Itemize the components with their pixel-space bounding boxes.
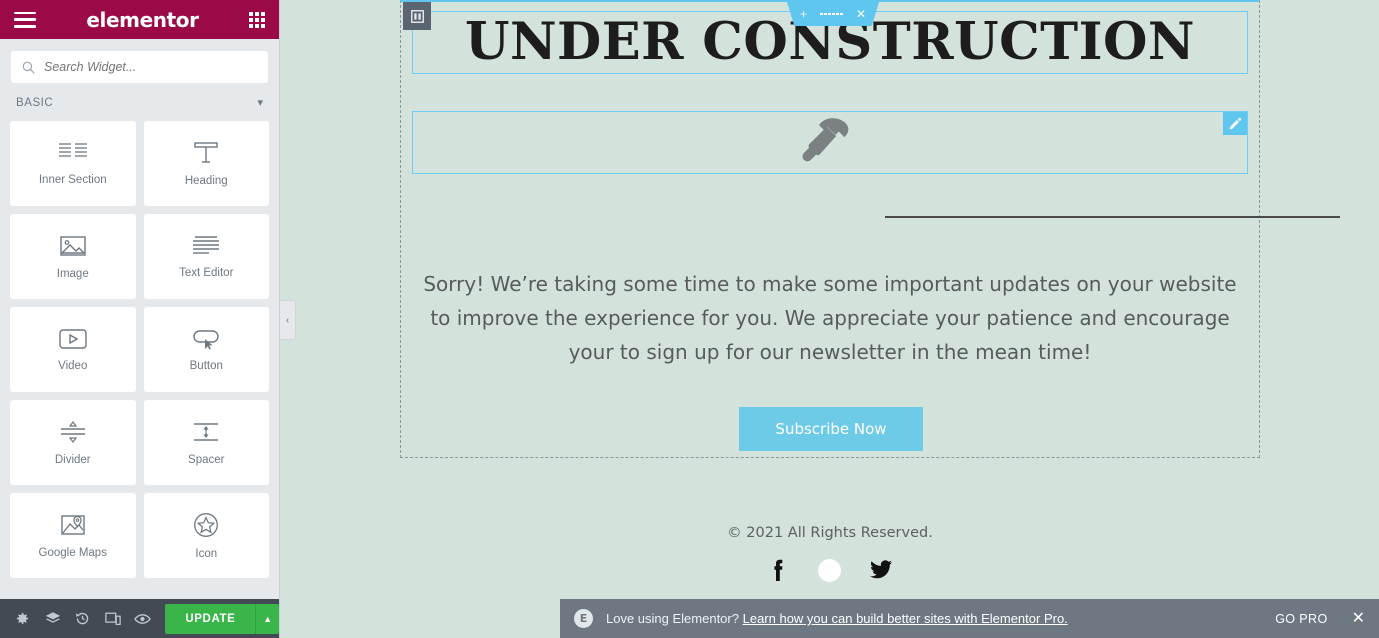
- preview-canvas: ‹ + ✕ UNDER CONSTRUCTION Sorry! We’re ta…: [280, 0, 1379, 638]
- update-options-caret[interactable]: ▲: [255, 603, 280, 634]
- instagram-icon[interactable]: [817, 558, 841, 582]
- widget-label: Video: [58, 359, 88, 372]
- widget-label: Google Maps: [38, 546, 107, 559]
- instagram-circle: [817, 558, 841, 582]
- search-box[interactable]: [11, 51, 268, 83]
- add-section-icon[interactable]: +: [800, 8, 807, 20]
- column-icon: [410, 9, 424, 23]
- column-handle[interactable]: [403, 2, 431, 30]
- panel-collapse-toggle[interactable]: ‹: [280, 300, 296, 340]
- image-icon: [60, 235, 86, 256]
- search-area: [0, 39, 279, 91]
- hammer-icon: [802, 117, 849, 161]
- icon-widget[interactable]: [412, 111, 1248, 174]
- notice-text-label: Love using Elementor?: [606, 611, 739, 626]
- subscribe-widget: Subscribe Now: [401, 407, 1261, 451]
- grid-apps-icon[interactable]: [248, 11, 265, 28]
- widget-icon[interactable]: Icon: [143, 493, 269, 578]
- edit-widget-button[interactable]: [1223, 112, 1247, 135]
- divider-widget[interactable]: [885, 216, 1340, 218]
- hamburger-icon[interactable]: [14, 11, 36, 28]
- elementor-logo: elementor: [86, 7, 199, 32]
- widget-video[interactable]: Video: [10, 307, 136, 392]
- widgets-panel: elementor BASIC ▾: [0, 0, 280, 638]
- pencil-icon: [1229, 117, 1241, 129]
- text-editor-icon: [193, 235, 220, 254]
- google-maps-icon: [61, 514, 85, 535]
- elementor-pro-link[interactable]: Learn how you can build better sites wit…: [743, 611, 1068, 626]
- widget-label: Icon: [195, 547, 218, 560]
- widget-label: Inner Section: [38, 173, 107, 186]
- widget-button[interactable]: Button: [143, 307, 269, 392]
- go-pro-button[interactable]: GO PRO: [1275, 612, 1327, 626]
- button-icon: [193, 329, 219, 350]
- history-icon[interactable]: [68, 599, 98, 638]
- heading-icon: [194, 141, 218, 163]
- inner-section-icon: [58, 142, 87, 157]
- responsive-mode-icon[interactable]: [98, 599, 128, 638]
- widget-label: Image: [56, 267, 89, 280]
- facebook-icon[interactable]: [768, 558, 790, 582]
- notice-actions: GO PRO ✕: [1275, 610, 1365, 627]
- widget-inner-section[interactable]: Inner Section: [10, 121, 136, 206]
- search-input[interactable]: [44, 60, 257, 74]
- elementor-pro-notice: E Love using Elementor? Learn how you ca…: [560, 599, 1379, 638]
- widget-divider[interactable]: Divider: [10, 400, 136, 485]
- social-links: [768, 558, 893, 582]
- elementor-editor: elementor BASIC ▾: [0, 0, 1379, 638]
- close-section-icon[interactable]: ✕: [856, 8, 866, 20]
- section-toolbar: + ✕: [787, 2, 880, 26]
- divider-icon: [60, 420, 85, 443]
- preview-eye-icon[interactable]: [128, 599, 158, 638]
- widget-text-editor[interactable]: Text Editor: [143, 214, 269, 299]
- widget-label: Spacer: [188, 453, 225, 466]
- star-icon: [194, 512, 219, 537]
- category-label: BASIC: [16, 97, 54, 109]
- subscribe-button[interactable]: Subscribe Now: [739, 407, 923, 451]
- widget-label: Heading: [184, 174, 228, 187]
- page-section[interactable]: + ✕ UNDER CONSTRUCTION Sorry! We’re taki…: [400, 0, 1340, 458]
- widget-label: Text Editor: [179, 266, 234, 279]
- widget-google-maps[interactable]: Google Maps: [10, 493, 136, 578]
- video-icon: [59, 328, 87, 349]
- search-icon: [22, 61, 35, 74]
- widget-spacer[interactable]: Spacer: [143, 400, 269, 485]
- close-icon[interactable]: ✕: [1352, 610, 1365, 627]
- panel-footer-toolbar: UPDATE ▲: [0, 599, 280, 638]
- chevron-down-icon[interactable]: ▾: [257, 97, 263, 109]
- widget-list: Inner Section Heading Image Text Editor …: [0, 121, 279, 599]
- page-footer: © 2021 All Rights Reserved.: [400, 458, 1260, 598]
- body-paragraph: Sorry! We’re taking some time to make so…: [423, 272, 1237, 364]
- copyright-text: © 2021 All Rights Reserved.: [727, 525, 933, 541]
- spacer-icon: [194, 422, 219, 441]
- navigator-layers-icon[interactable]: [38, 599, 68, 638]
- elementor-badge-icon: E: [574, 609, 593, 628]
- widget-label: Divider: [54, 453, 91, 466]
- update-button[interactable]: UPDATE: [165, 603, 256, 634]
- settings-gear-icon[interactable]: [8, 599, 38, 638]
- drag-section-icon[interactable]: [820, 12, 843, 16]
- widget-label: Button: [189, 359, 223, 372]
- notice-message: Love using Elementor? Learn how you can …: [606, 611, 1068, 626]
- panel-header: elementor: [0, 0, 279, 39]
- twitter-icon[interactable]: [869, 559, 893, 581]
- category-basic-header[interactable]: BASIC ▾: [0, 91, 279, 121]
- widget-heading[interactable]: Heading: [143, 121, 269, 206]
- widget-image[interactable]: Image: [10, 214, 136, 299]
